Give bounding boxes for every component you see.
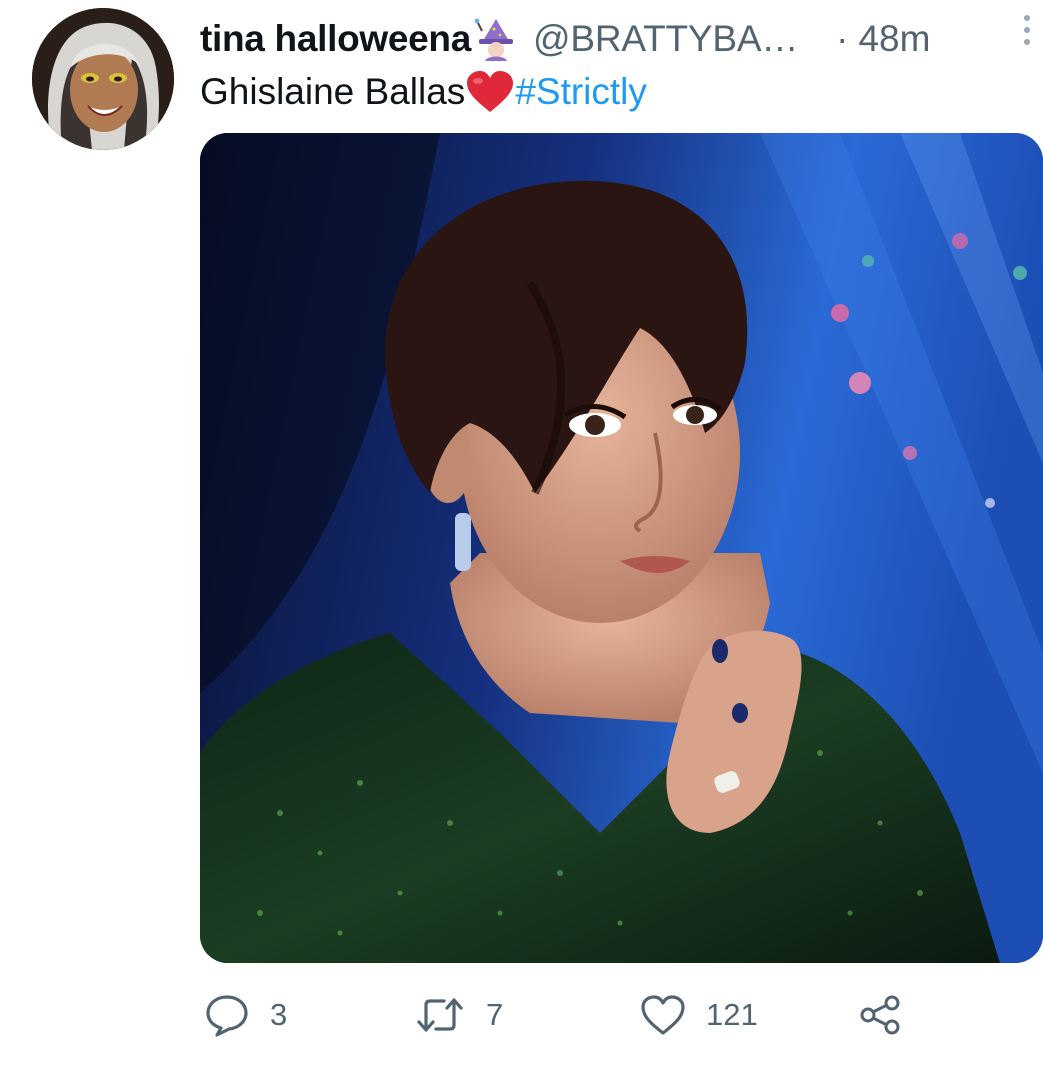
timestamp[interactable]: 48m [858, 18, 930, 60]
woman-mage-emoji-icon [473, 17, 519, 61]
tweet-header: tina halloweena @BRATTYBA… · 48m [200, 14, 1030, 64]
retweet-button[interactable]: 7 [414, 985, 503, 1045]
more-options-button[interactable] [1014, 12, 1040, 52]
avatar[interactable] [32, 8, 174, 150]
separator-dot: · [836, 18, 849, 59]
tweet-text: Ghislaine Ballas #Strictly [200, 68, 647, 116]
media-image [200, 133, 1043, 963]
like-count: 121 [706, 997, 758, 1032]
avatar-image [32, 8, 174, 150]
hashtag-link[interactable]: #Strictly [515, 68, 647, 116]
share-nodes-icon [860, 995, 900, 1035]
display-name[interactable]: tina halloweena [200, 18, 471, 60]
tweet-action-bar: 3 7 121 [200, 985, 1043, 1045]
red-heart-emoji-icon [465, 70, 515, 114]
like-button[interactable]: 121 [640, 985, 758, 1045]
retweet-count: 7 [486, 997, 504, 1032]
tweet-media-photo[interactable] [200, 133, 1043, 963]
tweet-body: Ghislaine Ballas [200, 71, 466, 112]
reply-count: 3 [270, 997, 288, 1032]
vertical-ellipsis-icon [1024, 15, 1030, 45]
retweet-arrows-icon [417, 998, 463, 1032]
speech-bubble-icon [206, 995, 248, 1037]
reply-button[interactable]: 3 [204, 985, 287, 1045]
user-handle[interactable]: @BRATTYBA… [533, 18, 798, 60]
share-button[interactable] [858, 985, 904, 1045]
heart-outline-icon [641, 995, 685, 1035]
